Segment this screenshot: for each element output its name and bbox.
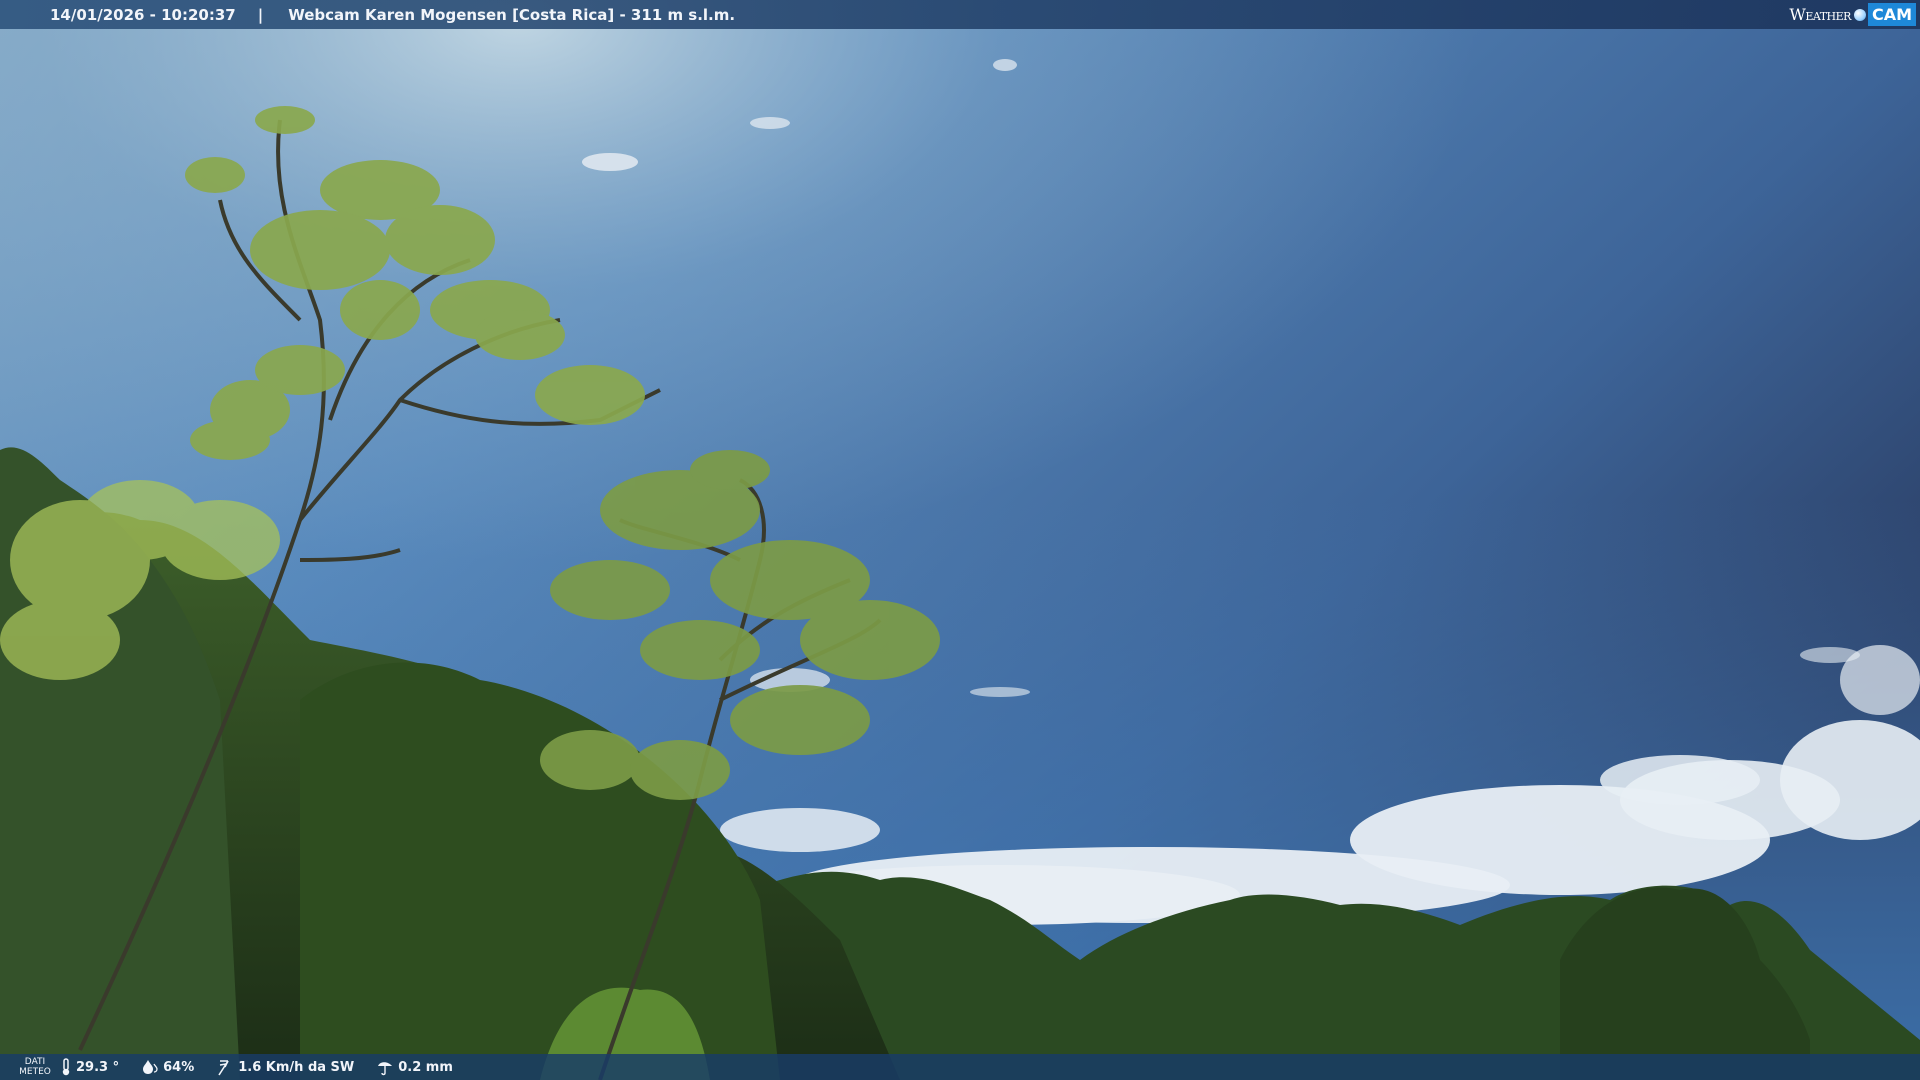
- weather-label-line1: DATI: [24, 1057, 46, 1067]
- temperature-value: 29.3 °: [76, 1059, 120, 1075]
- weather-data-label: DATI METEO: [10, 1057, 60, 1077]
- humidity-icon: [143, 1060, 158, 1074]
- weather-data-bar: DATI METEO 29.3 ° 64% 1.6 Km/h da SW 0.2…: [0, 1054, 1920, 1080]
- logo-globe-icon: [1853, 8, 1866, 21]
- logo-weather-text: Weather: [1789, 5, 1851, 24]
- humidity-stat: 64%: [141, 1059, 194, 1075]
- overlay-header: 14/01/2026 - 10:20:37 | Webcam Karen Mog…: [0, 0, 1920, 29]
- webcam-frame: 14/01/2026 - 10:20:37 | Webcam Karen Mog…: [0, 0, 1920, 1080]
- rain-icon: [378, 1062, 393, 1076]
- wind-value: 1.6 Km/h da SW: [238, 1059, 355, 1075]
- webcam-image: [0, 0, 1920, 1080]
- thermometer-icon: [62, 1058, 70, 1076]
- weathercam-logo: Weather CAM: [1789, 0, 1920, 29]
- header-separator: |: [257, 5, 264, 24]
- wind-icon: [218, 1060, 229, 1076]
- rain-value: 0.2 mm: [398, 1059, 453, 1075]
- rain-stat: 0.2 mm: [376, 1058, 453, 1076]
- temperature-stat: 29.3 °: [60, 1058, 119, 1076]
- wind-stat: 1.6 Km/h da SW: [216, 1058, 354, 1076]
- logo-cam-text: CAM: [1867, 3, 1916, 26]
- humidity-value: 64%: [163, 1059, 195, 1075]
- webcam-title: Webcam Karen Mogensen [Costa Rica] - 311…: [288, 5, 736, 24]
- weather-label-line2: METEO: [19, 1067, 51, 1077]
- timestamp: 14/01/2026 - 10:20:37: [50, 5, 236, 24]
